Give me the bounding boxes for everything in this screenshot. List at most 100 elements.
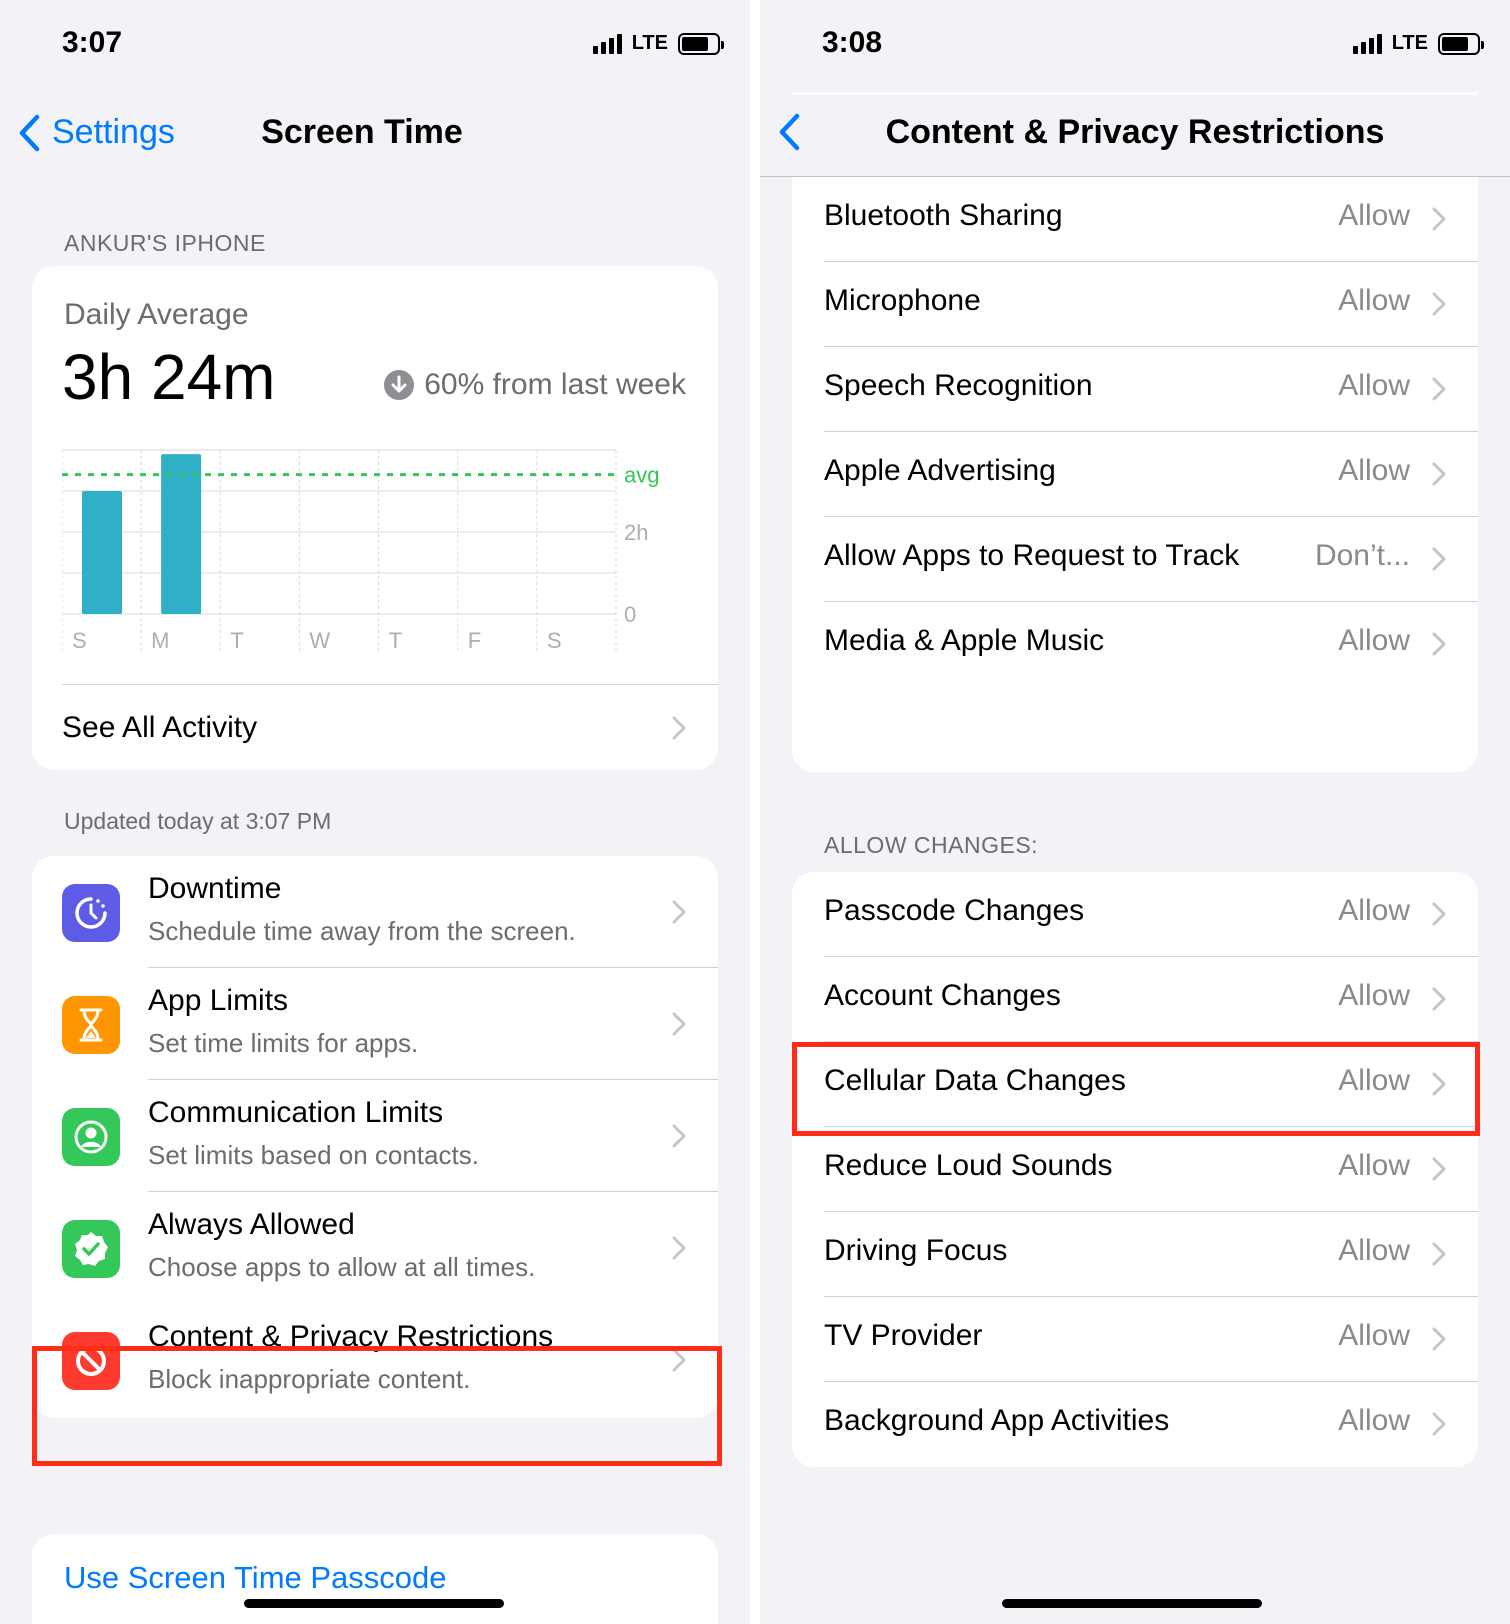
- home-indicator: [1002, 1599, 1262, 1608]
- driving-focus-row[interactable]: Driving Focus Allow: [792, 1212, 1478, 1297]
- x-tick-label: T: [230, 628, 243, 653]
- passcode-card: Use Screen Time Passcode: [32, 1534, 718, 1624]
- hourglass-icon: [62, 996, 120, 1054]
- chevron-right-icon: [1432, 1157, 1446, 1181]
- usage-bar: [161, 454, 202, 614]
- chevron-right-icon: [1432, 1412, 1446, 1436]
- passcode-changes-row[interactable]: Passcode Changes Allow: [792, 872, 1478, 957]
- allow-apps-to-request-to-track-row[interactable]: Allow Apps to Request to Track Don’t...: [792, 517, 1478, 602]
- screen-divider: [750, 0, 760, 1624]
- row-value: Allow: [1338, 199, 1410, 232]
- allow-changes-header: ALLOW CHANGES:: [824, 832, 1039, 858]
- status-time: 3:08: [822, 26, 883, 59]
- account-changes-row[interactable]: Account Changes Allow: [792, 957, 1478, 1042]
- row-value: Allow: [1338, 1149, 1410, 1182]
- x-tick-label: T: [389, 628, 402, 653]
- tv-provider-row[interactable]: TV Provider Allow: [792, 1297, 1478, 1382]
- allow-changes-list: Passcode Changes Allow Account Changes Allo…: [792, 872, 1478, 1467]
- page-title: Screen Time: [261, 113, 463, 151]
- row-label: Account Changes: [824, 979, 1061, 1012]
- see-all-activity-button[interactable]: See All Activity: [62, 684, 718, 770]
- row-value: Allow: [1338, 979, 1410, 1012]
- communication-limits-row[interactable]: Communication Limits Set limits based on…: [32, 1080, 718, 1192]
- nav-bar: Settings Screen Time: [0, 95, 750, 173]
- chevron-right-icon: [1432, 207, 1446, 231]
- network-type: LTE: [1391, 32, 1428, 54]
- row-value: Allow: [1338, 1234, 1410, 1267]
- usage-card: Daily Average 3h 24m 60% from last week …: [32, 266, 718, 770]
- chevron-right-icon: [672, 1236, 686, 1260]
- screen-time-screen: 3:07 LTE Settings Screen Time ANKUR'S IP…: [0, 0, 750, 1624]
- chevron-right-icon: [672, 716, 686, 739]
- status-time: 3:07: [62, 26, 123, 59]
- row-value: Allow: [1338, 284, 1410, 317]
- chevron-right-icon: [1432, 902, 1446, 926]
- usage-chart: avg 2h 0 S M T W T F S: [62, 449, 659, 654]
- row-label: Driving Focus: [824, 1234, 1008, 1267]
- usage-bar: [82, 491, 122, 614]
- chevron-right-icon: [1432, 292, 1446, 316]
- status-bar: 3:07 LTE: [0, 0, 750, 90]
- row-value: Allow: [1338, 894, 1410, 927]
- daily-average-label: Daily Average: [64, 298, 249, 331]
- weekly-change: 60% from last week: [384, 368, 686, 402]
- content-privacy-subtitle: Block inappropriate content.: [148, 1364, 471, 1394]
- downtime-icon: [62, 884, 120, 942]
- background-app-activities-row[interactable]: Background App Activities Allow: [792, 1382, 1478, 1467]
- content-privacy-title: Content & Privacy Restrictions: [148, 1320, 554, 1353]
- row-value: Allow: [1338, 1319, 1410, 1352]
- y-tick-label: 2h: [624, 520, 648, 545]
- row-label: TV Provider: [824, 1319, 983, 1352]
- privacy-list: Share My LocationAllowBluetooth SharingA…: [792, 92, 1478, 772]
- x-tick-label: S: [547, 628, 562, 653]
- arrow-down-circle-icon: [384, 370, 415, 400]
- checkmark-badge-icon: [62, 1220, 120, 1278]
- y-tick-label: 0: [624, 602, 636, 627]
- see-all-label: See All Activity: [62, 710, 258, 744]
- apple-advertising-row[interactable]: Apple Advertising Allow: [792, 432, 1478, 517]
- chevron-right-icon: [672, 1012, 686, 1036]
- person-icon: [62, 1108, 120, 1166]
- media-and-apple-music-row[interactable]: Media & Apple Music Allow: [792, 602, 1478, 687]
- downtime-row[interactable]: Downtime Schedule time away from the scr…: [32, 856, 718, 968]
- chevron-right-icon: [672, 900, 686, 924]
- content-privacy-restrictions-row[interactable]: Content & Privacy Restrictions Block ina…: [32, 1304, 718, 1416]
- reduce-loud-sounds-row[interactable]: Reduce Loud Sounds Allow: [792, 1127, 1478, 1212]
- cellular-data-changes-row[interactable]: Cellular Data Changes Allow: [792, 1042, 1478, 1127]
- row-label: Passcode Changes: [824, 894, 1085, 927]
- restriction-icon: [62, 1332, 120, 1390]
- x-tick-label: W: [309, 628, 330, 653]
- battery-icon: [1438, 32, 1484, 55]
- row-label: Apple Advertising: [824, 454, 1056, 487]
- app-limits-title: App Limits: [148, 984, 289, 1017]
- chevron-right-icon: [1432, 632, 1446, 656]
- app-limits-row[interactable]: App Limits Set time limits for apps.: [32, 968, 718, 1080]
- use-screen-time-passcode-link[interactable]: Use Screen Time Passcode: [64, 1560, 447, 1596]
- row-value: Don’t...: [1314, 539, 1410, 572]
- row-label: Bluetooth Sharing: [824, 199, 1063, 232]
- row-value: Allow: [1338, 1404, 1410, 1437]
- row-value: Allow: [1338, 369, 1410, 402]
- row-label: Cellular Data Changes: [824, 1064, 1126, 1097]
- chevron-right-icon: [672, 1124, 686, 1148]
- signal-icon: [1352, 33, 1382, 54]
- x-tick-label: M: [151, 628, 169, 653]
- bluetooth-sharing-row[interactable]: Bluetooth Sharing Allow: [792, 177, 1478, 262]
- chevron-right-icon: [1432, 1072, 1446, 1096]
- x-tick-label: S: [72, 628, 87, 653]
- always-allowed-subtitle: Choose apps to allow at all times.: [148, 1252, 536, 1282]
- microphone-row[interactable]: Microphone Allow: [792, 262, 1478, 347]
- network-type: LTE: [631, 32, 668, 54]
- row-label: Speech Recognition: [824, 369, 1093, 402]
- signal-icon: [592, 33, 622, 54]
- row-label: Reduce Loud Sounds: [824, 1149, 1113, 1182]
- speech-recognition-row[interactable]: Speech Recognition Allow: [792, 347, 1478, 432]
- row-label: Microphone: [824, 284, 981, 317]
- chevron-right-icon: [1432, 987, 1446, 1011]
- row-value: Allow: [1338, 1064, 1410, 1097]
- status-bar: 3:08 LTE: [760, 0, 1510, 90]
- downtime-title: Downtime: [148, 872, 282, 905]
- chevron-right-icon: [1432, 462, 1446, 486]
- always-allowed-row[interactable]: Always Allowed Choose apps to allow at a…: [32, 1192, 718, 1304]
- features-list: Downtime Schedule time away from the scr…: [32, 856, 718, 1418]
